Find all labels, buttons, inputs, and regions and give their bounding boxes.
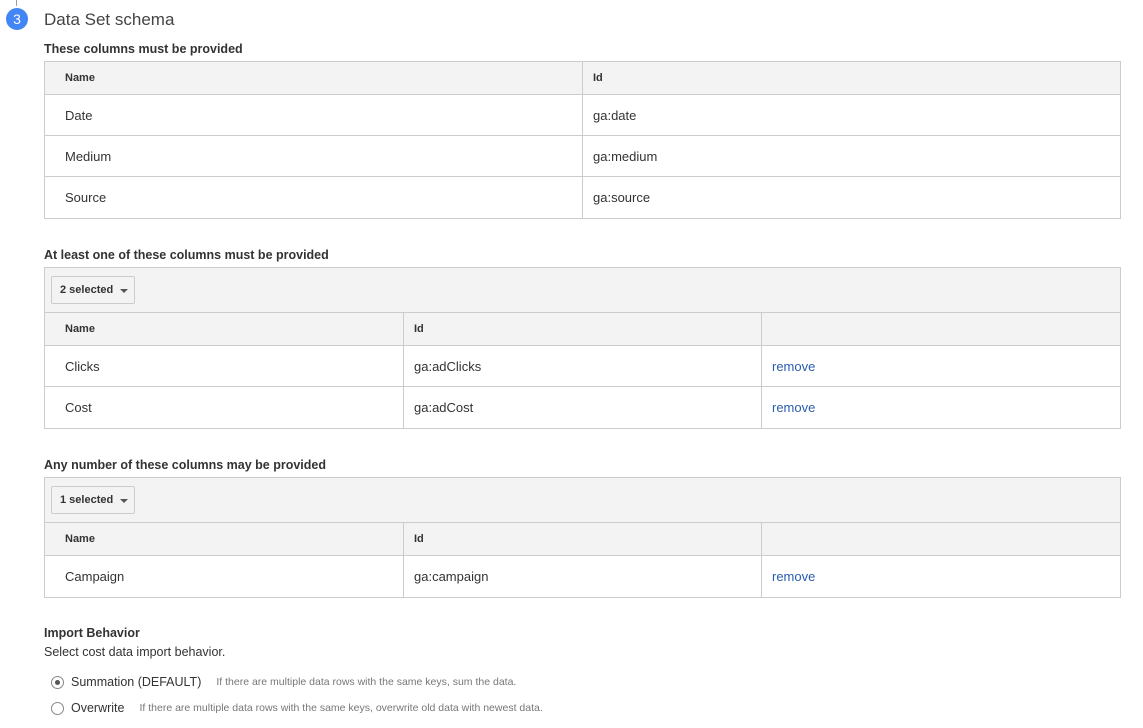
summation-option[interactable]: Summation (DEFAULT) If there are multipl…: [51, 675, 516, 689]
remove-clicks-link[interactable]: remove: [772, 359, 815, 374]
table-row: Medium ga:medium: [45, 136, 1120, 177]
table-row: Date ga:date: [45, 95, 1120, 136]
cell-name: Cost: [45, 387, 404, 428]
selector-label: 1 selected: [60, 494, 114, 506]
column-header-id: Id: [404, 313, 762, 345]
cell-name: Source: [45, 177, 583, 218]
at-least-one-columns-table: 2 selected Name Id Clicks ga:adClicks re…: [44, 267, 1121, 429]
required-columns-label: These columns must be provided: [44, 42, 243, 56]
table-header-row: Name Id: [45, 313, 1120, 346]
cell-name: Clicks: [45, 346, 404, 386]
column-header-name: Name: [45, 523, 404, 555]
cell-id: ga:campaign: [404, 556, 762, 597]
cell-action: remove: [762, 346, 1120, 386]
table-header-row: Name Id: [45, 523, 1120, 556]
column-header-action: [762, 313, 1120, 345]
overwrite-help-text: If there are multiple data rows with the…: [139, 702, 543, 714]
overwrite-label[interactable]: Overwrite: [71, 701, 124, 715]
summation-help-text: If there are multiple data rows with the…: [216, 676, 517, 688]
step-title: Data Set schema: [44, 10, 175, 29]
cell-action: remove: [762, 387, 1120, 428]
selector-label: 2 selected: [60, 284, 114, 296]
table-toolbar: 1 selected: [45, 478, 1120, 523]
column-selector-dropdown[interactable]: 2 selected: [51, 276, 135, 304]
caret-down-icon: [120, 498, 129, 503]
overwrite-radio[interactable]: [51, 701, 64, 715]
any-number-columns-table: 1 selected Name Id Campaign ga:campaign …: [44, 477, 1121, 598]
cell-name: Campaign: [45, 556, 404, 597]
table-row: Source ga:source: [45, 177, 1120, 218]
at-least-one-columns-label: At least one of these columns must be pr…: [44, 248, 329, 262]
summation-label[interactable]: Summation (DEFAULT): [71, 675, 201, 689]
remove-cost-link[interactable]: remove: [772, 400, 815, 415]
table-row: Cost ga:adCost remove: [45, 387, 1120, 428]
caret-down-icon: [120, 288, 129, 293]
cell-id: ga:adCost: [404, 387, 762, 428]
import-behavior-title: Import Behavior: [44, 626, 140, 640]
cell-id: ga:date: [593, 107, 637, 123]
summation-radio[interactable]: [51, 675, 64, 689]
table-toolbar: 2 selected: [45, 268, 1120, 313]
column-selector-dropdown[interactable]: 1 selected: [51, 486, 135, 514]
cell-name: Date: [45, 95, 583, 135]
cell-id: ga:adClicks: [404, 346, 762, 386]
cell-action: remove: [762, 556, 1120, 597]
table-row: Campaign ga:campaign remove: [45, 556, 1120, 597]
column-header-action: [762, 523, 1120, 555]
cell-name: Medium: [45, 136, 583, 176]
column-header-name: Name: [45, 313, 404, 345]
column-header-id: Id: [593, 72, 603, 84]
required-columns-table: Name Id Date ga:date Medium ga:medium So…: [44, 61, 1121, 219]
table-header-row: Name Id: [45, 62, 1120, 95]
cell-id: ga:medium: [593, 148, 658, 164]
import-behavior-subtitle: Select cost data import behavior.: [44, 645, 226, 659]
column-header-name: Name: [45, 62, 583, 94]
column-header-id: Id: [404, 523, 762, 555]
table-row: Clicks ga:adClicks remove: [45, 346, 1120, 387]
remove-campaign-link[interactable]: remove: [772, 569, 815, 584]
step-number-badge: 3: [6, 8, 28, 30]
cell-id: ga:source: [593, 190, 651, 205]
overwrite-option[interactable]: Overwrite If there are multiple data row…: [51, 701, 543, 715]
step-connector-line: [16, 0, 17, 6]
any-number-columns-label: Any number of these columns may be provi…: [44, 458, 327, 472]
